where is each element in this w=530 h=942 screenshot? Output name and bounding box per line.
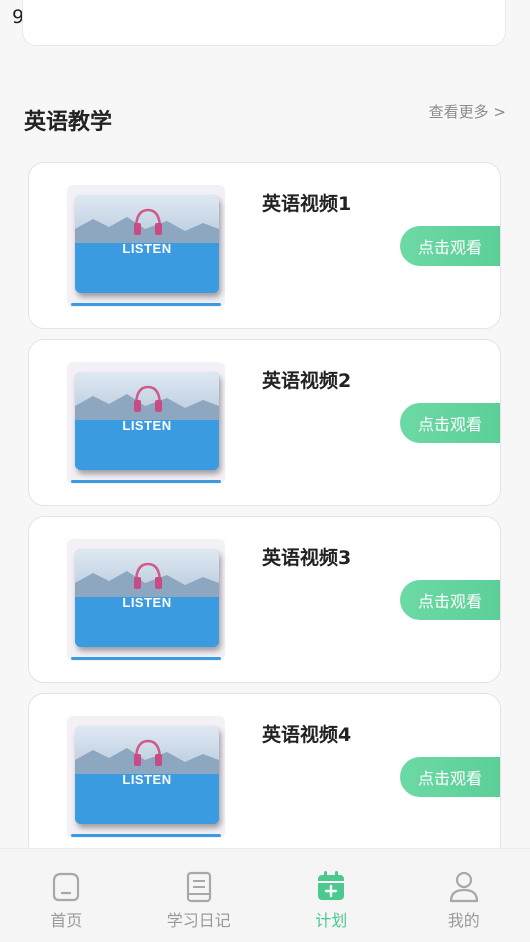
- thumbnail-text: LISTEN: [122, 418, 172, 433]
- headphone-icon: [134, 562, 162, 589]
- tab-diary[interactable]: 学习日记: [133, 849, 266, 942]
- headphone-icon: [134, 208, 162, 235]
- video-title: 英语视频1: [262, 193, 352, 215]
- video-title: 英语视频2: [262, 370, 352, 392]
- person-icon: [449, 871, 478, 903]
- video-card[interactable]: LISTEN 英语视频4 点击观看: [28, 693, 501, 860]
- calendar-icon: [318, 871, 345, 900]
- home-icon: [53, 872, 80, 902]
- headphone-icon: [134, 385, 162, 412]
- tab-label: 我的: [447, 911, 480, 930]
- video-card[interactable]: LISTEN 英语视频2 点击观看: [28, 339, 501, 506]
- tab-plan[interactable]: 计划: [265, 849, 398, 942]
- thumbnail-text: LISTEN: [122, 772, 172, 787]
- video-thumbnail[interactable]: LISTEN: [67, 539, 225, 661]
- watch-button[interactable]: 点击观看: [400, 226, 500, 266]
- watch-button[interactable]: 点击观看: [400, 757, 500, 797]
- video-thumbnail[interactable]: LISTEN: [67, 362, 225, 484]
- video-title: 英语视频4: [262, 724, 352, 746]
- video-card[interactable]: LISTEN 英语视频1 点击观看: [28, 162, 501, 329]
- video-list: LISTEN 英语视频1 点击观看 LISTEN 英语视频2 点击观看 LIST…: [28, 162, 502, 870]
- view-more-link[interactable]: 查看更多 >: [429, 101, 506, 122]
- tab-label: 计划: [315, 911, 348, 930]
- video-thumbnail[interactable]: LISTEN: [67, 185, 225, 307]
- watch-button[interactable]: 点击观看: [400, 403, 500, 443]
- watch-button[interactable]: 点击观看: [400, 580, 500, 620]
- tab-me[interactable]: 我的: [398, 849, 530, 942]
- thumbnail-text: LISTEN: [122, 595, 172, 610]
- headphone-icon: [134, 739, 162, 766]
- video-title: 英语视频3: [262, 547, 352, 569]
- notebook-icon: [186, 871, 211, 903]
- tab-label: 首页: [50, 911, 83, 930]
- video-card[interactable]: LISTEN 英语视频3 点击观看: [28, 516, 501, 683]
- video-thumbnail[interactable]: LISTEN: [67, 716, 225, 838]
- tab-home[interactable]: 首页: [0, 849, 133, 942]
- section-title: 英语教学: [24, 110, 113, 135]
- previous-card: [22, 0, 506, 46]
- tab-label: 学习日记: [166, 911, 231, 930]
- bottom-tab-bar: 首页 学习日记 计划 我的: [0, 848, 530, 942]
- thumbnail-text: LISTEN: [122, 241, 172, 256]
